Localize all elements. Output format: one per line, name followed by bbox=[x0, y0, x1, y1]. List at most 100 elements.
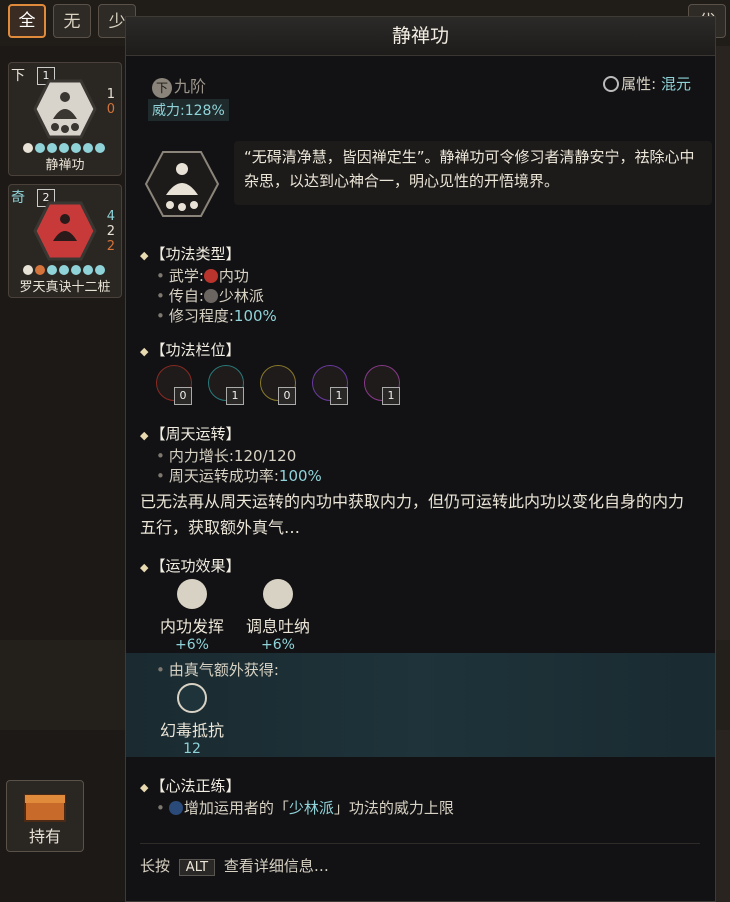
skill-meditation-icon bbox=[144, 151, 220, 217]
success-label: 周天运转成功率: bbox=[168, 467, 279, 485]
slot-count: 1 bbox=[382, 387, 400, 405]
heart-prefix: 增加运用者的「 bbox=[183, 799, 289, 817]
power-line: 威力:128% bbox=[148, 99, 229, 121]
side-top: 4 bbox=[106, 209, 115, 224]
circulation-section-title: ◆ 【周天运转】 bbox=[140, 425, 241, 443]
shaolin-icon bbox=[203, 289, 218, 303]
effect-name: 内功发挥 bbox=[159, 617, 224, 636]
side-top: 1 bbox=[106, 87, 115, 102]
bonus-effect[interactable]: 幻毒抵抗 12 bbox=[152, 683, 232, 757]
heart-item: • 增加运用者的「少林派」功法的威力上限 bbox=[156, 799, 454, 817]
tooltip-title: 静禅功 bbox=[126, 17, 715, 56]
card-progress-dots bbox=[23, 143, 105, 153]
slot-earth[interactable]: 0 bbox=[260, 365, 300, 405]
skill-card-luotian[interactable]: 奇 2 4 2 2 罗天真诀十二桩 bbox=[8, 184, 122, 298]
mastery-label: 修习程度: bbox=[168, 307, 234, 325]
effect-tiaoxi[interactable]: 调息吐纳 +6% bbox=[238, 579, 318, 653]
card-grade-badge: 奇 bbox=[11, 190, 25, 206]
power-value: 128% bbox=[184, 103, 225, 119]
eye-spiral-icon bbox=[177, 683, 207, 713]
attribute-label: 属性: bbox=[621, 75, 657, 93]
effect-neigong[interactable]: 内功发挥 +6% bbox=[152, 579, 232, 653]
origin-label: 传自: bbox=[168, 287, 204, 305]
neigong-icon bbox=[203, 269, 218, 283]
bonus-name: 幻毒抵抗 bbox=[159, 721, 224, 740]
grade-line: 下九阶 bbox=[152, 73, 206, 98]
martial-line: • 武学: 内功 bbox=[156, 267, 249, 285]
side-bottom: 2 bbox=[106, 239, 115, 254]
martial-label: 武学: bbox=[168, 267, 204, 285]
skill-tooltip: 静禅功 下九阶 威力:128% 属性: 混元 “无碍清净慧，皆因禅定生”。静禅功… bbox=[125, 16, 716, 902]
type-title-text: 【功法类型】 bbox=[150, 245, 241, 263]
card-name: 罗天真诀十二桩 bbox=[19, 280, 111, 295]
type-section-title: ◆ 【功法类型】 bbox=[140, 245, 241, 263]
chest-icon bbox=[24, 794, 66, 822]
hold-label: 持有 bbox=[28, 827, 61, 846]
slot-count: 1 bbox=[226, 387, 244, 405]
grade-text: 九阶 bbox=[174, 77, 207, 96]
alt-hint: 长按 ALT 查看详细信息… bbox=[140, 855, 329, 876]
slot-section-title: ◆ 【功法栏位】 bbox=[140, 341, 241, 359]
skill-card-jingchan[interactable]: 下 1 1 0 静禅功 bbox=[8, 62, 122, 176]
divider bbox=[140, 843, 700, 844]
swirl-icon bbox=[263, 579, 293, 609]
effect-value: +6% bbox=[261, 637, 295, 653]
side-bottom: 0 bbox=[106, 102, 115, 117]
attribute-line: 属性: 混元 bbox=[603, 73, 691, 94]
meditation-icon bbox=[33, 79, 97, 139]
grade-badge: 下 bbox=[152, 78, 172, 98]
slot-count: 1 bbox=[330, 387, 348, 405]
circulation-note: 已无法再从周天运转的内功中获取内力，但仍可运转此内功以变化自身的内力五行，获取额… bbox=[140, 492, 685, 537]
heart-sect: 少林派 bbox=[288, 799, 334, 817]
slot-yin[interactable]: 1 bbox=[312, 365, 352, 405]
effect-name: 调息吐纳 bbox=[245, 617, 310, 636]
bonus-label-line: • 由真气额外获得: bbox=[156, 661, 279, 679]
effect-section-title: ◆ 【运功效果】 bbox=[140, 557, 241, 575]
card-side-values: 1 0 bbox=[107, 87, 115, 117]
circulation-title-text: 【周天运转】 bbox=[150, 425, 241, 443]
alt-key: ALT bbox=[178, 859, 216, 876]
swirl-icon bbox=[177, 579, 207, 609]
power-label: 威力: bbox=[152, 103, 185, 119]
card-grade-badge: 下 bbox=[11, 68, 25, 84]
skill-list: 下 1 1 0 静禅功 奇 2 4 2 2 罗天真诀十二桩 bbox=[0, 46, 128, 902]
slot-hunyuan[interactable]: 1 bbox=[364, 365, 404, 405]
filter-tab-all[interactable]: 全 bbox=[8, 4, 46, 38]
hold-button[interactable]: 持有 bbox=[6, 780, 84, 852]
slot-fire[interactable]: 0 bbox=[156, 365, 196, 405]
yinyang-icon bbox=[603, 76, 620, 92]
attribute-value: 混元 bbox=[660, 75, 691, 93]
slot-title-text: 【功法栏位】 bbox=[150, 341, 241, 359]
filter-tab-none[interactable]: 无 bbox=[53, 4, 91, 38]
martial-value: 内功 bbox=[218, 267, 249, 285]
heart-title-text: 【心法正练】 bbox=[150, 777, 241, 795]
mastery-line: • 修习程度:100% bbox=[156, 307, 277, 325]
success-value: 100% bbox=[278, 467, 322, 485]
hint-prefix: 长按 bbox=[140, 857, 171, 875]
mastery-value: 100% bbox=[233, 307, 277, 325]
effect-title-text: 【运功效果】 bbox=[150, 557, 241, 575]
skill-quote: “无碍清净慧，皆因禅定生”。静禅功可令修习者清静安宁，祛除心中杂思，以达到心神合… bbox=[234, 141, 712, 205]
growth-label: 内力增长: bbox=[168, 447, 234, 465]
bonus-value: 12 bbox=[183, 741, 201, 757]
origin-line: • 传自: 少林派 bbox=[156, 287, 264, 305]
effect-value: +6% bbox=[175, 637, 209, 653]
red-meditation-icon bbox=[33, 201, 97, 261]
heart-section-title: ◆ 【心法正练】 bbox=[140, 777, 241, 795]
success-line: • 周天运转成功率:100% bbox=[156, 467, 322, 485]
origin-value: 少林派 bbox=[218, 287, 264, 305]
growth-value: 120/120 bbox=[233, 447, 297, 465]
card-name: 静禅功 bbox=[45, 158, 85, 173]
growth-line: • 内力增长:120/120 bbox=[156, 447, 297, 465]
side-mid: 2 bbox=[106, 224, 115, 239]
right-column bbox=[716, 46, 730, 902]
plus-icon bbox=[168, 801, 183, 815]
hint-suffix: 查看详细信息… bbox=[223, 857, 329, 875]
bonus-label: 由真气额外获得: bbox=[168, 661, 279, 679]
slot-count: 0 bbox=[278, 387, 296, 405]
slot-water[interactable]: 1 bbox=[208, 365, 248, 405]
heart-suffix: 」功法的威力上限 bbox=[333, 799, 454, 817]
slot-count: 0 bbox=[174, 387, 192, 405]
card-progress-dots bbox=[23, 265, 105, 275]
card-side-values: 4 2 2 bbox=[107, 209, 115, 254]
